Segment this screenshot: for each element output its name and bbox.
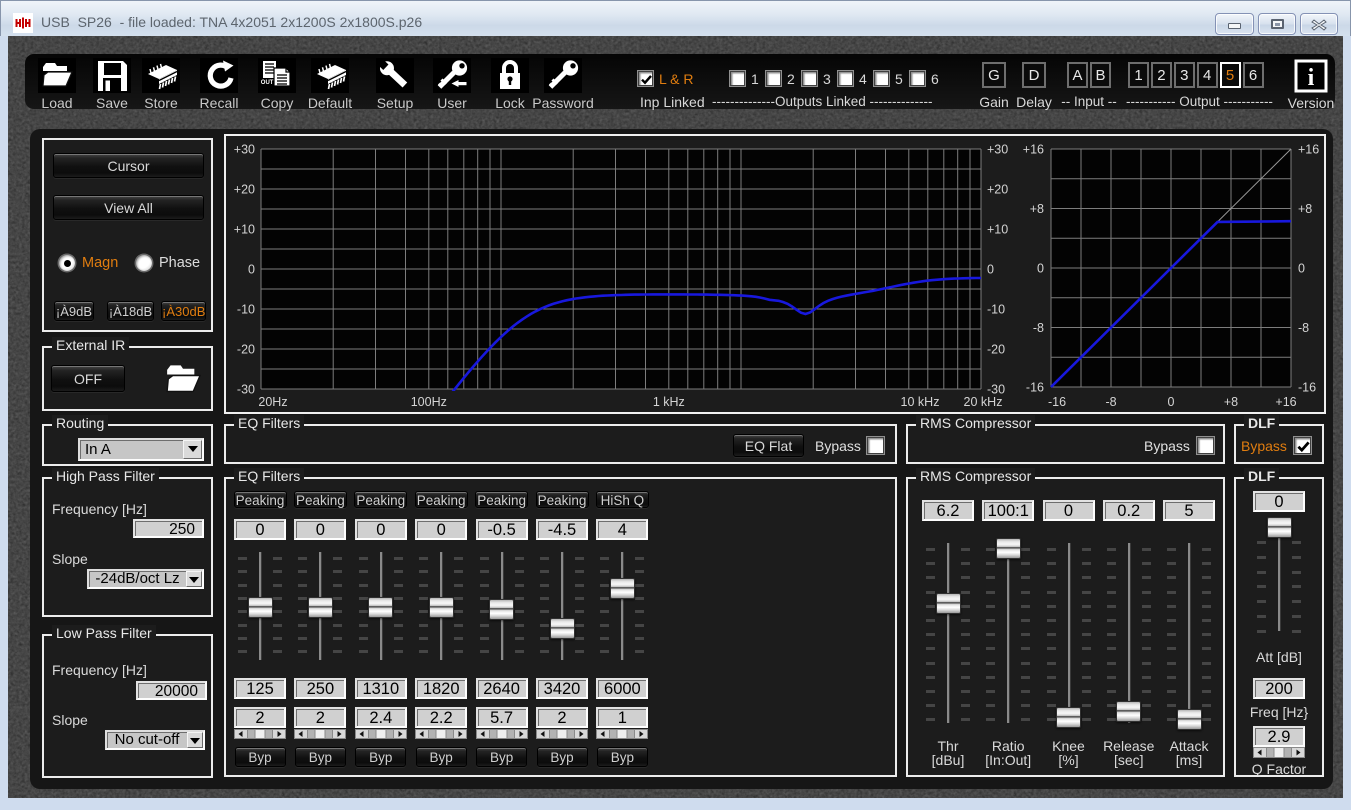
svg-text:-16: -16	[1298, 381, 1316, 395]
svg-text:+10: +10	[234, 223, 255, 237]
svg-text:+8: +8	[1030, 202, 1044, 216]
svg-text:+8: +8	[1224, 395, 1238, 409]
svg-text:+20: +20	[234, 183, 255, 197]
svg-text:+16: +16	[1023, 143, 1044, 157]
svg-text:-30: -30	[237, 383, 255, 397]
svg-text:-20: -20	[237, 343, 255, 357]
svg-text:+16: +16	[1275, 395, 1296, 409]
svg-text:+20: +20	[987, 183, 1008, 197]
svg-text:20 kHz: 20 kHz	[964, 395, 1003, 409]
svg-text:100Hz: 100Hz	[411, 395, 447, 409]
svg-text:+16: +16	[1298, 143, 1319, 157]
svg-text:0: 0	[987, 263, 994, 277]
svg-text:0: 0	[248, 263, 255, 277]
svg-text:-20: -20	[987, 343, 1005, 357]
svg-text:-10: -10	[987, 303, 1005, 317]
svg-text:-8: -8	[1105, 395, 1116, 409]
svg-text:0: 0	[1037, 262, 1044, 276]
svg-text:+30: +30	[234, 143, 255, 157]
svg-text:-16: -16	[1026, 381, 1044, 395]
svg-text:1 kHz: 1 kHz	[653, 395, 685, 409]
svg-text:-16: -16	[1048, 395, 1066, 409]
svg-text:i: i	[1308, 65, 1315, 91]
svg-text:10 kHz: 10 kHz	[901, 395, 940, 409]
svg-text:20Hz: 20Hz	[258, 395, 287, 409]
svg-text:-8: -8	[1298, 321, 1309, 335]
svg-text:0: 0	[1298, 262, 1305, 276]
svg-text:-8: -8	[1033, 321, 1044, 335]
svg-text:+30: +30	[987, 143, 1008, 157]
svg-text:OUT: OUT	[261, 80, 274, 86]
svg-text:0: 0	[1168, 395, 1175, 409]
svg-text:-10: -10	[237, 303, 255, 317]
svg-text:+8: +8	[1298, 202, 1312, 216]
svg-text:+10: +10	[987, 223, 1008, 237]
